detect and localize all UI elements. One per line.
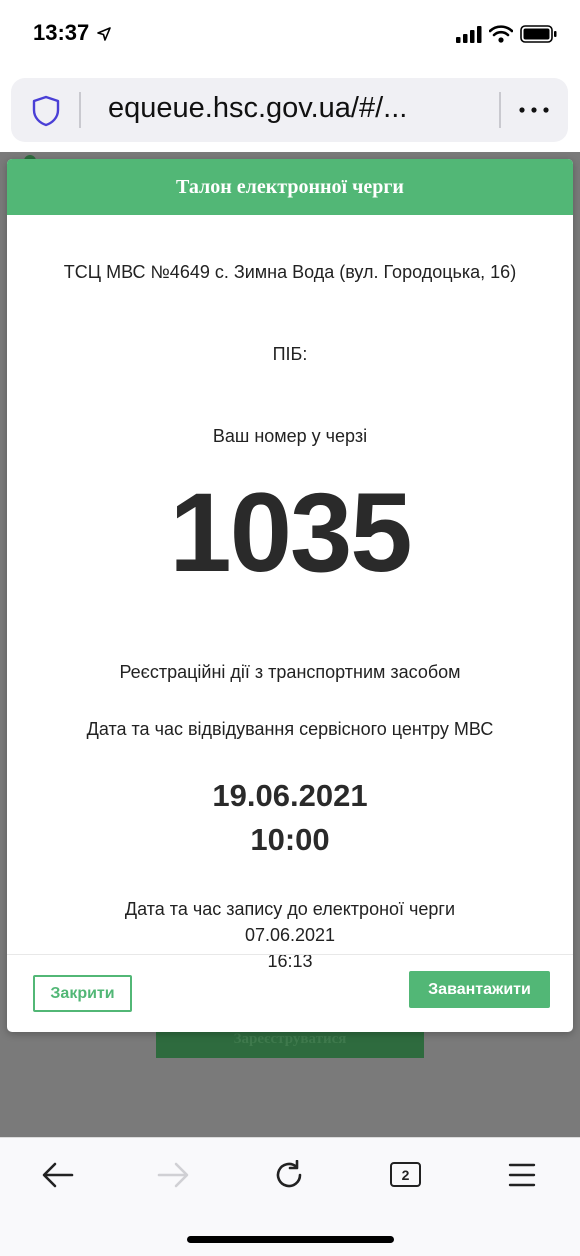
service-center-address: ТСЦ МВС №4649 с. Зимна Вода (вул. Городо… [63, 262, 517, 282]
hamburger-menu-icon[interactable] [505, 1160, 539, 1190]
wifi-icon [489, 25, 513, 43]
modal-footer: Закрити Завантажити [7, 954, 573, 1032]
visit-datetime-label: Дата та час відвідування сервісного цент… [86, 719, 494, 739]
url-divider [79, 92, 81, 128]
registration-date: 07.06.2021 [244, 925, 336, 945]
home-indicator [187, 1236, 394, 1243]
location-arrow-icon [97, 27, 111, 41]
registration-datetime-label: Дата та час запису до електроної черги [124, 899, 456, 919]
battery-icon [520, 25, 557, 43]
shield-icon[interactable] [31, 95, 61, 127]
browser-toolbar: 2 [0, 1137, 580, 1256]
download-button[interactable]: Завантажити [409, 971, 550, 1008]
ticket-modal: Талон електронної черги ТСЦ МВС №4649 с.… [7, 159, 573, 1032]
tabs-count-button[interactable]: 2 [390, 1162, 421, 1187]
cellular-signal-icon [456, 26, 482, 43]
reload-icon[interactable] [273, 1160, 307, 1190]
more-options-icon[interactable] [517, 98, 551, 122]
service-name: Реєстраційні дії з транспортним засобом [119, 662, 461, 682]
status-bar: 13:37 [0, 0, 580, 70]
url-bar[interactable]: equeue.hsc.gov.ua/#/... [11, 78, 568, 142]
browser-address-area: equeue.hsc.gov.ua/#/... [0, 70, 580, 152]
visit-date: 19.06.2021 [212, 778, 368, 813]
modal-header: Талон електронної черги [7, 159, 573, 215]
full-name-label: ПІБ: [272, 344, 308, 364]
status-time: 13:37 [33, 20, 90, 45]
queue-number: 1035 [169, 470, 412, 595]
modal-body: ТСЦ МВС №4649 с. Зимна Вода (вул. Городо… [7, 215, 573, 971]
visit-time: 10:00 [250, 822, 330, 857]
forward-arrow-icon[interactable] [156, 1160, 190, 1190]
queue-number-label: Ваш номер у черзі [212, 426, 368, 446]
back-arrow-icon[interactable] [41, 1160, 75, 1190]
close-button[interactable]: Закрити [33, 975, 132, 1012]
modal-title: Талон електронної черги [176, 175, 404, 198]
url-text[interactable]: equeue.hsc.gov.ua/#/... [108, 92, 498, 125]
url-divider [499, 92, 501, 128]
